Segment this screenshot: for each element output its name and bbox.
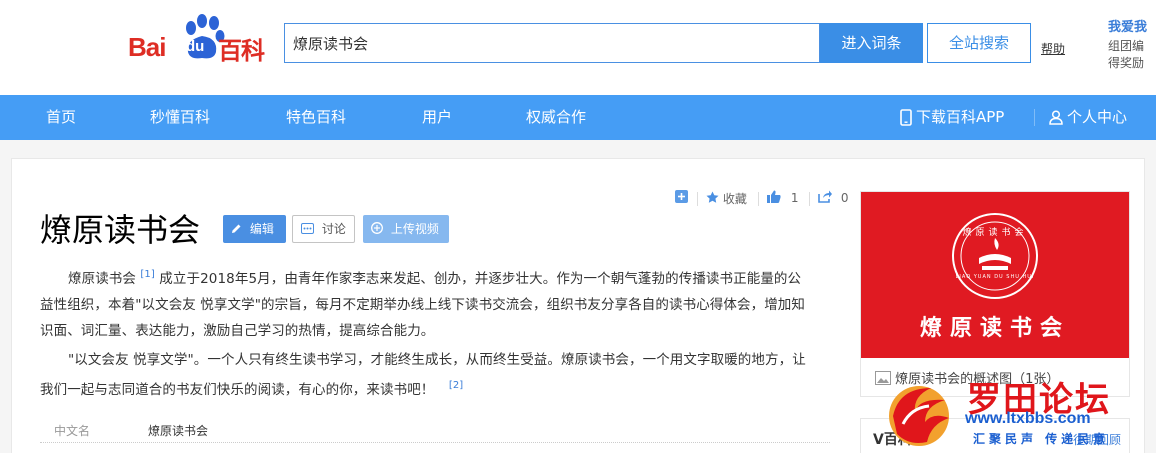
promo-line: 得奖励 <box>1108 56 1145 70</box>
watermark-slogan: 汇聚民声 传递民意 <box>973 432 1110 446</box>
share-count: 0 <box>840 191 849 205</box>
main-nav: 首页 秒懂百科 特色百科 用户 权威合作 下载百科APP 个人中心 <box>0 95 1156 140</box>
like-button[interactable]: 1 <box>767 190 798 205</box>
summary-paragraph: 燎原读书会 [1] 成立于2018年5月，由青年作家李志来发起、创办，并逐步壮大… <box>40 262 830 344</box>
logo-bai-text: Bai <box>128 32 166 62</box>
nav-item-featured[interactable]: 特色百科 <box>286 95 346 140</box>
phoenix-logo-icon <box>889 386 949 446</box>
nav-item-home[interactable]: 首页 <box>46 95 76 140</box>
nav-item-users[interactable]: 用户 <box>422 95 452 140</box>
plus-circle-icon <box>371 222 383 234</box>
paragraph-text: 我们一起与志同道合的书友们快乐的阅读，有心的你，来读书吧！ <box>40 382 435 398</box>
header: Bai du 百科 进入词条 全站搜索 帮助 我爱我 组团编 得奖励 <box>0 0 1156 95</box>
toolbar-divider <box>697 192 698 206</box>
personal-center-link[interactable]: 个人中心 <box>1049 95 1127 140</box>
search-box <box>284 23 820 63</box>
summary-picture-box[interactable]: 燎原读书会 LIAO YUAN DU SHU HUI 燎原读书会 燎原读书会的概… <box>860 191 1130 397</box>
help-link[interactable]: 帮助 <box>1041 40 1065 57</box>
baidu-baike-logo[interactable]: Bai du 百科 <box>128 14 268 65</box>
discuss-button[interactable]: 讨论 <box>292 215 355 243</box>
paragraph-line: 我们一起与志同道合的书友们快乐的阅读，有心的你，来读书吧！ [2] <box>40 373 830 403</box>
site-search-button[interactable]: 全站搜索 <box>927 23 1031 63</box>
download-app-link[interactable]: 下载百科APP <box>900 95 1004 140</box>
paragraph-line: 燎原读书会 [1] 成立于2018年5月，由青年作家李志来发起、创办，并逐步壮大… <box>40 262 830 292</box>
personal-center-label: 个人中心 <box>1067 108 1128 126</box>
thumbs-up-icon <box>767 190 781 203</box>
like-count: 1 <box>790 191 799 205</box>
paragraph-text: 成立于2018年5月，由青年作家李志来发起、创办，并逐步壮大。作为一个朝气蓬勃的… <box>159 271 802 287</box>
nav-divider <box>1034 109 1035 126</box>
favorite-label: 收藏 <box>722 192 747 206</box>
page-title: 燎原读书会 <box>40 211 201 249</box>
star-icon <box>706 191 719 203</box>
reference-link[interactable]: [1] <box>140 269 154 280</box>
basic-info-row: 中文名 燎原读书会 <box>40 417 830 443</box>
paragraph-line: 益性组织，本着"以文会友 悦享文学"的宗旨，每月不定期举办线上线下读书交流会，组… <box>40 297 806 313</box>
plus-square-icon <box>675 190 688 203</box>
logo-du-text: du <box>186 38 205 55</box>
logo-baike-text: 百科 <box>218 37 265 65</box>
forum-watermark: 罗田论坛 www.ltxbbs.com 汇聚民声 传递民意 <box>875 370 1145 453</box>
upload-video-button[interactable]: 上传视频 <box>363 215 449 243</box>
discuss-label: 讨论 <box>321 222 346 236</box>
enter-entry-button[interactable]: 进入词条 <box>820 23 923 63</box>
comment-icon <box>301 223 314 234</box>
info-key: 中文名 <box>54 424 91 438</box>
nav-item-miaodong[interactable]: 秒懂百科 <box>150 95 210 140</box>
entry-name-lead: 燎原读书会 <box>68 271 136 287</box>
summary-paragraph: "以文会友 悦享文学"。一个人只有终生读书学习，才能终生成长，从而终生受益。燎原… <box>40 347 830 403</box>
edit-button[interactable]: 编辑 <box>223 215 286 243</box>
seal-pinyin: LIAO YUAN DU SHU HUI <box>955 274 1035 280</box>
add-button[interactable] <box>675 190 688 206</box>
seal-text: 燎原读书会 <box>962 228 1028 238</box>
pencil-icon <box>232 224 241 233</box>
info-value: 燎原读书会 <box>148 424 209 438</box>
toolbar-divider <box>809 192 810 206</box>
nav-item-partners[interactable]: 权威合作 <box>526 95 586 140</box>
paragraph-line: 识面、词汇量、表达能力，激励自己学习的热情，提高综合能力。 <box>40 323 435 339</box>
reference-link[interactable]: [2] <box>449 380 463 391</box>
paragraph-line: "以文会友 悦享文学"。一个人只有终生读书学习，才能终生成长，从而终生受益。燎原… <box>68 352 806 368</box>
watermark-url: www.ltxbbs.com <box>965 410 1091 427</box>
summary-image[interactable]: 燎原读书会 LIAO YUAN DU SHU HUI 燎原读书会 <box>861 192 1129 358</box>
share-button[interactable]: 0 <box>818 190 848 205</box>
upload-video-label: 上传视频 <box>390 222 439 236</box>
user-icon <box>1049 110 1063 125</box>
phone-icon <box>900 109 912 126</box>
promo-title[interactable]: 我爱我 <box>1108 16 1147 35</box>
download-app-label: 下载百科APP <box>916 108 1005 126</box>
promo-line: 组团编 <box>1108 39 1145 53</box>
share-icon <box>818 190 832 203</box>
search-input[interactable] <box>285 24 819 62</box>
edit-label: 编辑 <box>249 222 274 236</box>
summary-image-title: 燎原读书会 <box>919 315 1070 341</box>
toolbar-divider <box>758 192 759 206</box>
favorite-button[interactable]: 收藏 <box>706 190 747 207</box>
